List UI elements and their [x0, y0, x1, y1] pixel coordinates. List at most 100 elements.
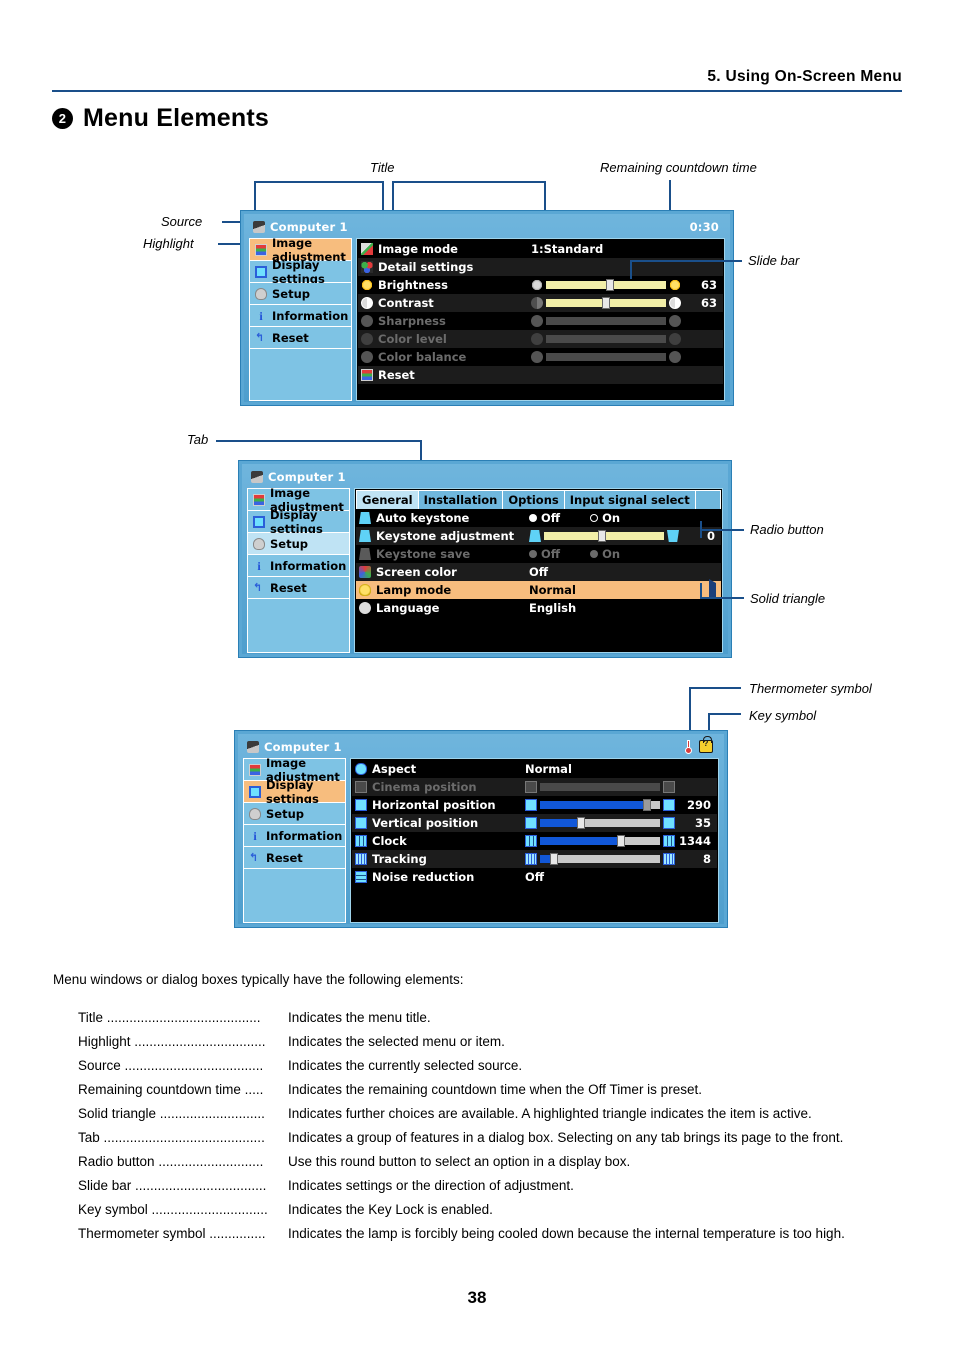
sidebar-item-display-settings[interactable]: Display settings	[244, 778, 345, 806]
slider-knob[interactable]	[643, 799, 652, 811]
row-slider-tracking[interactable]	[525, 853, 675, 865]
tab-bar[interactable]: General Installation Options Input signa…	[356, 490, 721, 509]
menu-row-tracking[interactable]: Tracking 8	[352, 850, 717, 868]
row-slider-vertical-position[interactable]	[525, 817, 675, 829]
reset-multi-icon	[361, 369, 373, 381]
row-text-image-mode: Image mode	[378, 242, 458, 256]
menu-row-keystone-adjustment[interactable]: Keystone adjustment 0	[356, 527, 721, 545]
slider-bar-clock[interactable]	[540, 835, 660, 847]
row-slider-horizontal-position[interactable]	[525, 799, 675, 811]
row-slider-clock[interactable]	[525, 835, 675, 847]
sidebar-item-information[interactable]: i Information	[248, 555, 349, 577]
row-slider-keystone[interactable]	[529, 530, 679, 542]
radio-auto-keystone-off[interactable]: Off	[529, 511, 560, 525]
menu-row-noise-reduction[interactable]: Noise reduction Off	[352, 868, 717, 886]
sidebar-item-display-settings[interactable]: Display settings	[250, 258, 351, 286]
slider-knob[interactable]	[577, 817, 586, 829]
tab-options[interactable]: Options	[502, 490, 565, 509]
osd-panel-display-settings[interactable]: Computer 1 Image adjustment Display sett…	[234, 730, 728, 928]
osd-panel-image-adjustment[interactable]: Computer 1 0:30 Image adjustment Display…	[240, 210, 734, 406]
slider-brightness[interactable]	[531, 279, 681, 291]
menu-row-contrast[interactable]: Contrast 63	[358, 294, 723, 312]
row-radios-auto-keystone[interactable]: Off On	[529, 511, 721, 525]
sidebar-item-reset[interactable]: ↰ Reset	[244, 847, 345, 869]
definition-row-slide-bar: Slide bar ..............................…	[78, 1178, 938, 1194]
callout-title: Title	[370, 160, 395, 175]
sidebar-item-reset[interactable]: ↰ Reset	[248, 577, 349, 599]
slider-knob[interactable]	[549, 853, 558, 865]
osd3-sidebar[interactable]: Image adjustment Display settings Setup …	[243, 756, 346, 923]
slider-vertical-position[interactable]	[525, 817, 675, 829]
slider-knob[interactable]	[606, 279, 614, 291]
menu-row-screen-color[interactable]: Screen color Off	[356, 563, 721, 581]
term-text: Radio button	[78, 1154, 155, 1170]
callout-thermometer: Thermometer symbol	[749, 681, 872, 696]
sidebar-item-setup[interactable]: Setup	[248, 533, 349, 555]
sidebar-item-information[interactable]: i Information	[250, 305, 351, 327]
row-slider-brightness[interactable]	[531, 279, 681, 291]
row-label-image-mode: Image mode	[361, 242, 531, 256]
sidebar-item-information[interactable]: i Information	[244, 825, 345, 847]
slider-fill	[540, 801, 646, 809]
slider-knob[interactable]	[616, 835, 625, 847]
slider-bar-horizontal-position[interactable]	[540, 799, 660, 811]
row-number-contrast: 63	[700, 296, 717, 310]
menu-row-color-level: Color level	[358, 330, 723, 348]
menu-row-clock[interactable]: Clock 1344	[352, 832, 717, 850]
slider-tracking[interactable]	[525, 853, 675, 865]
menu-row-aspect[interactable]: Aspect Normal	[352, 760, 717, 778]
tab-general[interactable]: General	[356, 490, 419, 509]
menu-row-auto-keystone[interactable]: Auto keystone Off On	[356, 509, 721, 527]
menu-row-language[interactable]: Language English	[356, 599, 721, 617]
horizontal-position-max-icon	[663, 799, 675, 811]
row-label-reset: Reset	[361, 368, 531, 382]
vertical-position-max-icon	[663, 817, 675, 829]
radio-auto-keystone-on[interactable]: On	[590, 511, 620, 525]
radio-label-on: On	[602, 547, 621, 561]
row-value-screen-color: Off	[529, 565, 549, 579]
osd3-body: Image adjustment Display settings Setup …	[243, 756, 719, 923]
sharpness-max-icon	[669, 315, 681, 327]
menu-row-image-mode[interactable]: Image mode 1:Standard	[358, 240, 723, 258]
image-mode-icon	[361, 243, 373, 255]
slider-knob[interactable]	[598, 530, 606, 542]
row-slider-contrast[interactable]	[531, 297, 681, 309]
slider-bar-tracking[interactable]	[540, 853, 660, 865]
slider-contrast[interactable]	[531, 297, 681, 309]
leader-thermo-h	[689, 687, 741, 689]
menu-row-brightness[interactable]: Brightness 63	[358, 276, 723, 294]
osd2-body: Image adjustment Display settings Setup …	[247, 486, 723, 653]
row-text-aspect: Aspect	[372, 762, 417, 776]
slider-bar-contrast[interactable]	[546, 297, 666, 309]
slider-bar-keystone[interactable]	[544, 530, 664, 542]
cinema-position-min-icon	[525, 781, 537, 793]
sidebar-item-setup[interactable]: Setup	[250, 283, 351, 305]
solid-triangle-icon	[709, 579, 716, 601]
osd2-sidebar[interactable]: Image adjustment Display settings Setup …	[247, 486, 350, 653]
slider-bar-brightness[interactable]	[546, 279, 666, 291]
menu-row-reset[interactable]: Reset	[358, 366, 723, 384]
slider-horizontal-position[interactable]	[525, 799, 675, 811]
menu-row-vertical-position[interactable]: Vertical position 35	[352, 814, 717, 832]
tab-input-signal-select[interactable]: Input signal select	[563, 490, 696, 509]
slider-clock[interactable]	[525, 835, 675, 847]
sidebar-item-setup[interactable]: Setup	[244, 803, 345, 825]
osd2-inner: Computer 1 Image adjustment Display sett…	[242, 464, 728, 654]
contrast-min-icon	[531, 297, 543, 309]
term-dots: ...............................	[147, 1202, 268, 1218]
slider-keystone[interactable]	[529, 530, 679, 542]
row-value-lamp-mode: Normal	[529, 583, 576, 597]
osd-panel-setup[interactable]: Computer 1 Image adjustment Display sett…	[238, 460, 732, 658]
row-slider-cinema-position	[525, 781, 675, 793]
sidebar-item-display-settings[interactable]: Display settings	[248, 508, 349, 536]
sidebar-item-reset[interactable]: ↰ Reset	[250, 327, 351, 349]
slider-bar-vertical-position[interactable]	[540, 817, 660, 829]
menu-row-lamp-mode[interactable]: Lamp mode Normal	[356, 579, 721, 601]
menu-row-horizontal-position[interactable]: Horizontal position 290	[352, 796, 717, 814]
tab-installation[interactable]: Installation	[417, 490, 504, 509]
osd1-sidebar[interactable]: Image adjustment Display settings Setup …	[249, 236, 352, 401]
osd1-row-filler	[358, 384, 723, 399]
slider-knob[interactable]	[602, 297, 611, 309]
reset-icon: ↰	[249, 850, 259, 864]
definition-desc-key-symbol: Indicates the Key Lock is enabled.	[288, 1202, 493, 1218]
